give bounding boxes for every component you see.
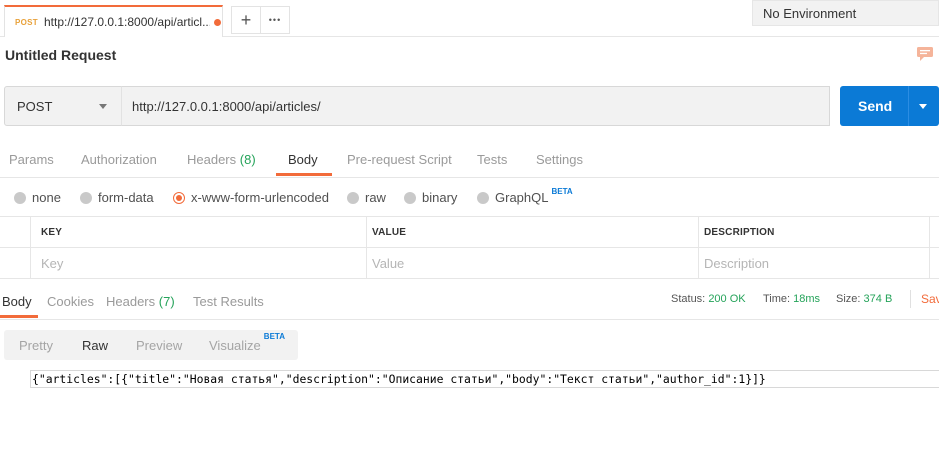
radio-raw[interactable]: raw [347, 190, 386, 205]
size-value: 374 B [863, 293, 893, 305]
request-tab-url: http://127.0.0.1:8000/api/articl... [43, 15, 210, 29]
request-tab[interactable]: POST http://127.0.0.1:8000/api/articl... [4, 5, 223, 37]
table-column-divider [698, 216, 699, 278]
radio-label: x-www-form-urlencoded [191, 190, 329, 205]
status-label: Status: [671, 293, 706, 305]
method-select[interactable]: POST [4, 86, 122, 126]
save-response-button[interactable]: Sav [921, 292, 939, 306]
value-input[interactable] [372, 252, 692, 274]
response-tab-headers-count: (7) [158, 294, 175, 309]
column-header-key: KEY [41, 227, 63, 238]
radio-form-data[interactable]: form-data [80, 190, 154, 205]
response-tab-headers-label: Headers [106, 294, 156, 309]
time-readout: Time: 18ms [763, 293, 820, 305]
radio-x-www-form-urlencoded[interactable]: x-www-form-urlencoded [173, 190, 329, 205]
response-tab-test-results[interactable]: Test Results [193, 294, 264, 309]
request-tabs: Params Authorization Headers (8) Body Pr… [0, 143, 939, 178]
plus-icon: + [240, 9, 252, 30]
key-input[interactable] [41, 252, 361, 274]
tab-params[interactable]: Params [9, 152, 54, 167]
table-column-divider [30, 216, 31, 278]
tab-headers-count: (8) [239, 152, 256, 167]
radio-binary[interactable]: binary [404, 190, 457, 205]
tab-prerequest-script[interactable]: Pre-request Script [347, 152, 452, 167]
radio-graphql[interactable]: GraphQL BETA [477, 187, 573, 205]
response-tab-body[interactable]: Body [2, 294, 32, 309]
send-divider [908, 86, 909, 126]
send-button[interactable]: Send [840, 86, 939, 126]
size-readout: Size: 374 B [836, 293, 892, 305]
time-label: Time: [763, 293, 791, 305]
url-input[interactable] [121, 86, 830, 126]
column-header-value: VALUE [372, 227, 407, 238]
response-tab-headers[interactable]: Headers (7) [106, 294, 175, 309]
chevron-down-icon [99, 104, 107, 109]
beta-badge: BETA [263, 332, 285, 341]
active-response-tab-indicator [0, 315, 38, 318]
radio-label: GraphQL [495, 190, 549, 205]
radio-label: raw [365, 190, 386, 205]
status-readout: Status: 200 OK [671, 293, 746, 305]
size-label: Size: [836, 293, 861, 305]
format-tab-visualize[interactable]: VisualizeBETA [209, 332, 285, 353]
time-value: 18ms [793, 293, 821, 305]
table-border [0, 247, 939, 248]
response-tab-cookies[interactable]: Cookies [47, 294, 94, 309]
response-body-text[interactable]: {"articles":[{"title":"Новая статья","de… [30, 370, 939, 388]
request-title[interactable]: Untitled Request [5, 47, 116, 63]
format-tab-visualize-label: Visualize [209, 338, 261, 353]
format-tab-preview[interactable]: Preview [136, 338, 182, 353]
format-tab-pretty[interactable]: Pretty [19, 338, 53, 353]
send-dropdown-icon[interactable] [919, 103, 927, 109]
environment-selector[interactable]: No Environment [752, 0, 939, 26]
tab-body[interactable]: Body [288, 152, 318, 167]
status-value: 200 OK [708, 293, 746, 305]
radio-circle [14, 191, 26, 204]
radio-circle [477, 191, 489, 204]
tab-headers-label: Headers [187, 152, 237, 167]
description-input[interactable] [704, 252, 924, 274]
radio-none[interactable]: none [14, 190, 61, 205]
radio-circle [404, 191, 416, 204]
tab-tests[interactable]: Tests [477, 152, 507, 167]
column-header-description: DESCRIPTION [704, 227, 775, 238]
table-column-divider [366, 216, 367, 278]
tab-settings[interactable]: Settings [536, 152, 583, 167]
table-border [0, 216, 939, 217]
send-button-label: Send [858, 98, 893, 114]
radio-label: none [32, 190, 61, 205]
beta-badge: BETA [551, 187, 573, 196]
request-tab-method: POST [15, 17, 38, 27]
tab-headers[interactable]: Headers (8) [187, 152, 256, 167]
tab-authorization[interactable]: Authorization [81, 152, 157, 167]
radio-circle [80, 191, 92, 204]
table-column-divider [929, 216, 930, 278]
new-tab-button[interactable]: + [231, 6, 261, 34]
format-tab-raw[interactable]: Raw [82, 338, 108, 353]
tab-options-button[interactable]: ••• [260, 6, 290, 34]
radio-circle [347, 191, 359, 204]
unsaved-dot-icon [213, 18, 221, 26]
radio-label: binary [422, 190, 458, 205]
radio-label: form-data [98, 190, 154, 205]
active-tab-indicator [276, 173, 332, 176]
status-divider [910, 290, 911, 308]
method-select-value: POST [17, 98, 53, 114]
more-dots-icon: ••• [268, 15, 282, 25]
radio-circle-selected [173, 191, 185, 204]
comment-icon[interactable] [917, 47, 933, 61]
